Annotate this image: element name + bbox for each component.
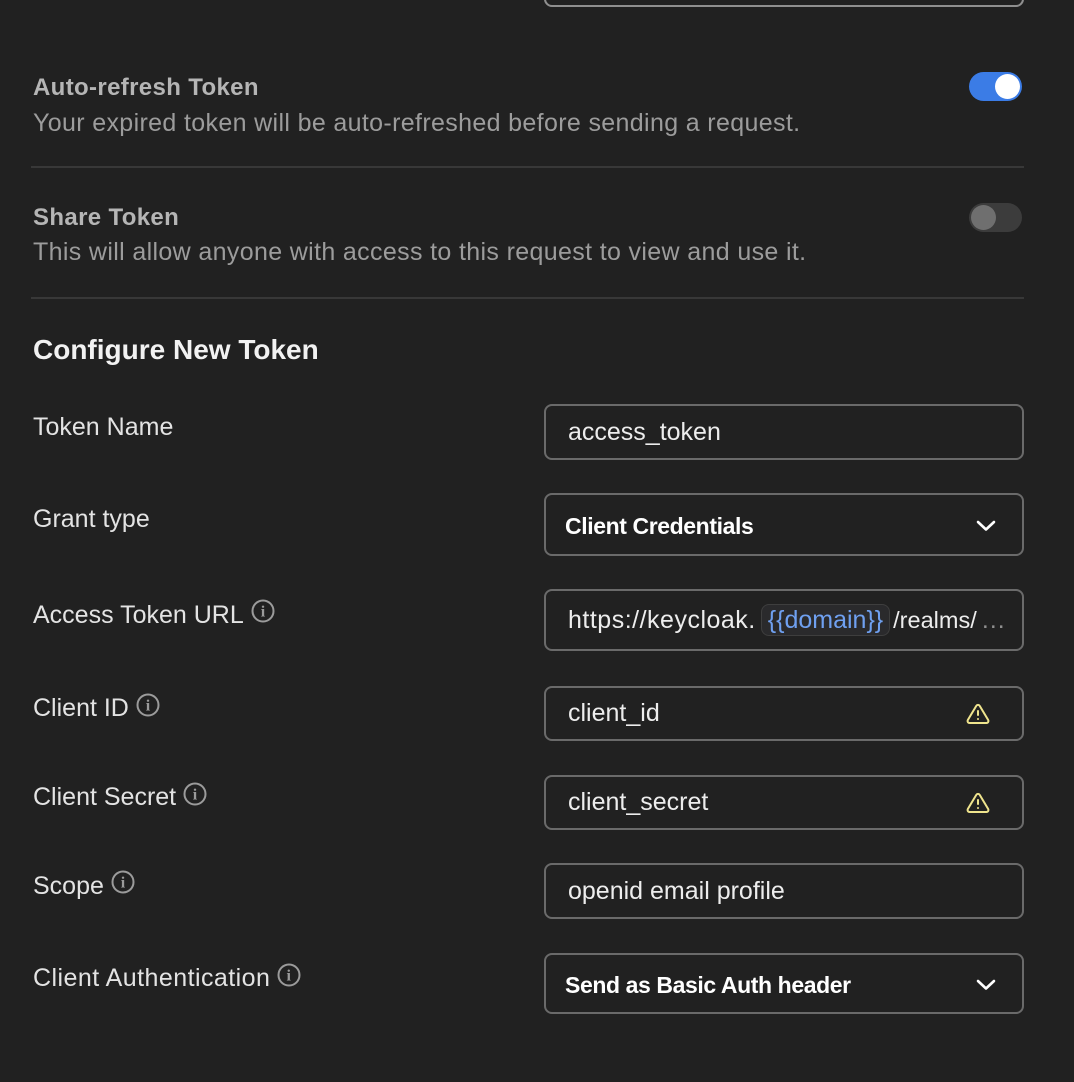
- svg-text:i: i: [261, 604, 266, 621]
- svg-text:i: i: [146, 697, 151, 714]
- svg-text:i: i: [121, 875, 126, 892]
- svg-text:i: i: [287, 967, 292, 984]
- svg-text:i: i: [193, 786, 198, 803]
